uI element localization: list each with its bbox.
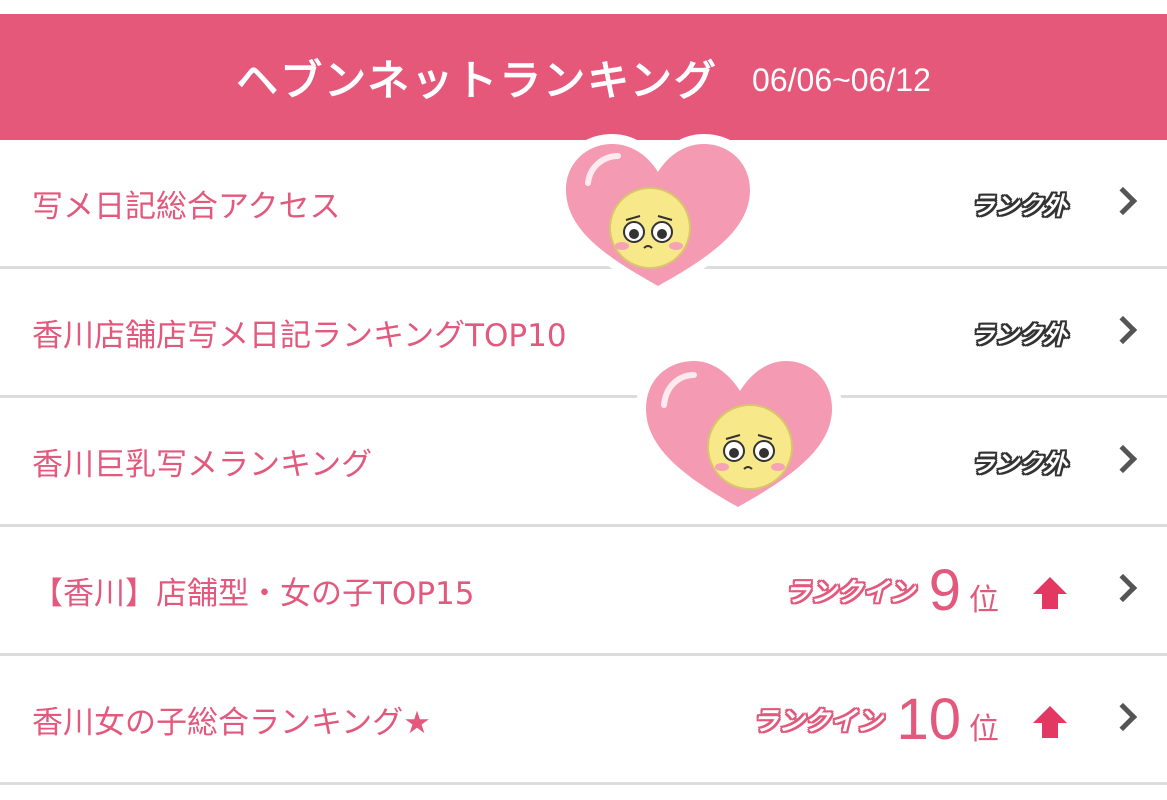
chevron-right-icon <box>1108 702 1138 732</box>
rank-in-group: ランクイン 9 位 <box>785 527 1067 653</box>
ranking-row[interactable]: 【香川】店舗型・女の子TOP15 ランクイン 9 位 <box>0 527 1167 656</box>
rank-in-badge: ランクイン <box>752 706 883 737</box>
chevron-right-icon <box>1108 186 1138 216</box>
ranking-row[interactable]: 香川巨乳写メランキング ランク外 <box>0 398 1167 527</box>
rank-in-group: ランクイン 10 位 <box>752 656 1067 782</box>
ranking-label: 香川巨乳写メランキング <box>32 446 373 483</box>
rank-out-badge: ランク外 <box>971 320 1067 349</box>
ranking-label: 香川店舗店写メ日記ランキングTOP10 <box>32 317 567 354</box>
chevron-right-icon <box>1108 315 1138 345</box>
heart-face-sticker <box>636 351 842 517</box>
arrow-up-icon <box>1033 577 1067 611</box>
rank-number: 10 <box>896 686 961 752</box>
ranking-label: 香川女の子総合ランキング★ <box>32 704 431 741</box>
rank-suffix: 位 <box>969 712 999 747</box>
arrow-up-icon <box>1033 706 1067 740</box>
chevron-right-icon <box>1108 444 1138 474</box>
ranking-label: 【香川】店舗型・女の子TOP15 <box>32 575 475 612</box>
rank-suffix: 位 <box>969 583 999 618</box>
ranking-row[interactable]: 香川女の子総合ランキング★ ランクイン 10 位 <box>0 656 1167 785</box>
header-period: 06/06~06/12 <box>752 61 931 98</box>
rank-number: 9 <box>928 557 961 623</box>
ranking-header: ヘブンネットランキング 06/06~06/12 <box>0 14 1167 140</box>
ranking-label: 写メ日記総合アクセス <box>32 188 341 225</box>
header-title: ヘブンネットランキング <box>236 55 719 105</box>
rank-out-badge: ランク外 <box>971 191 1067 220</box>
rank-in-badge: ランクイン <box>784 577 915 608</box>
rank-out-badge: ランク外 <box>971 449 1067 478</box>
heart-face-sticker <box>556 134 760 296</box>
chevron-right-icon <box>1108 573 1138 603</box>
